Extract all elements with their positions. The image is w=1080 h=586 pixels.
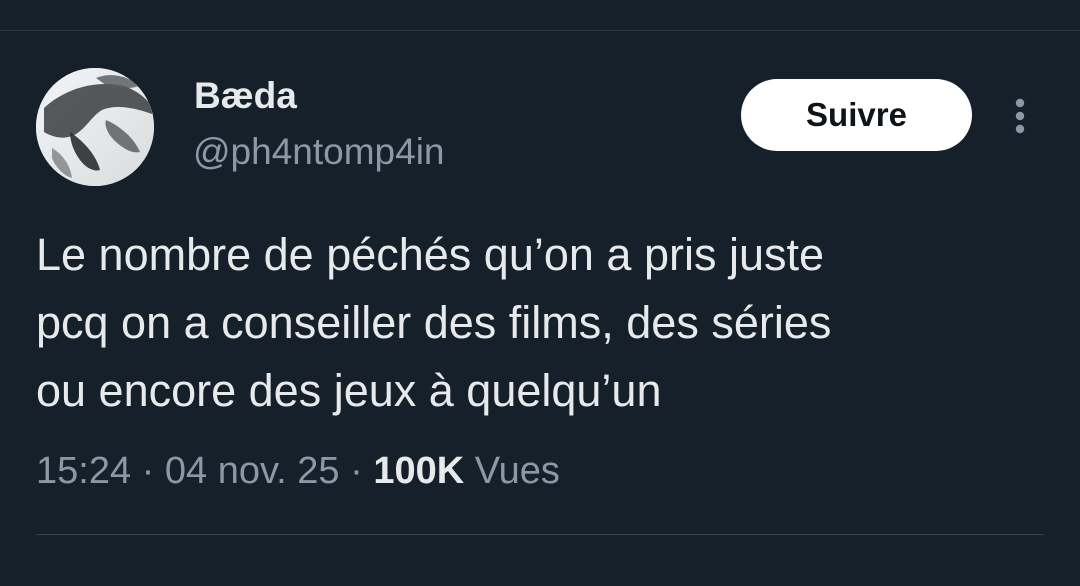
views-label: Vues [474, 450, 560, 492]
author-display-name[interactable]: Bæda [194, 74, 297, 118]
tweet-date[interactable]: 04 nov. 25 [165, 450, 340, 492]
tweet-text-line: ou encore des jeux à quelqu’un [36, 365, 662, 416]
views-count: 100K [373, 450, 465, 492]
tweet-text: Le nombre de péchés qu’on a pris juste p… [36, 221, 1046, 425]
meta-separator: · [350, 450, 363, 492]
more-vertical-icon [1015, 98, 1025, 134]
tweet-text-line: Le nombre de péchés qu’on a pris juste [36, 229, 825, 280]
tweet-time[interactable]: 15:24 [36, 450, 131, 492]
tweet-detail: Bæda @ph4ntomp4in Suivre Le nombre de pé… [0, 0, 1080, 586]
top-divider [0, 30, 1080, 31]
bottom-divider [36, 534, 1044, 535]
more-options-button[interactable] [1004, 94, 1036, 138]
meta-separator: · [141, 450, 155, 492]
tweet-text-line: pcq on a conseiller des films, des série… [36, 297, 832, 348]
author-handle[interactable]: @ph4ntomp4in [193, 130, 445, 174]
views-link[interactable]: 100K Vues [373, 450, 560, 492]
avatar-image [36, 68, 154, 186]
follow-button[interactable]: Suivre [741, 79, 972, 151]
tweet-meta: 15:24 · 04 nov. 25 · 100K Vues [36, 447, 560, 495]
avatar[interactable] [36, 68, 154, 186]
